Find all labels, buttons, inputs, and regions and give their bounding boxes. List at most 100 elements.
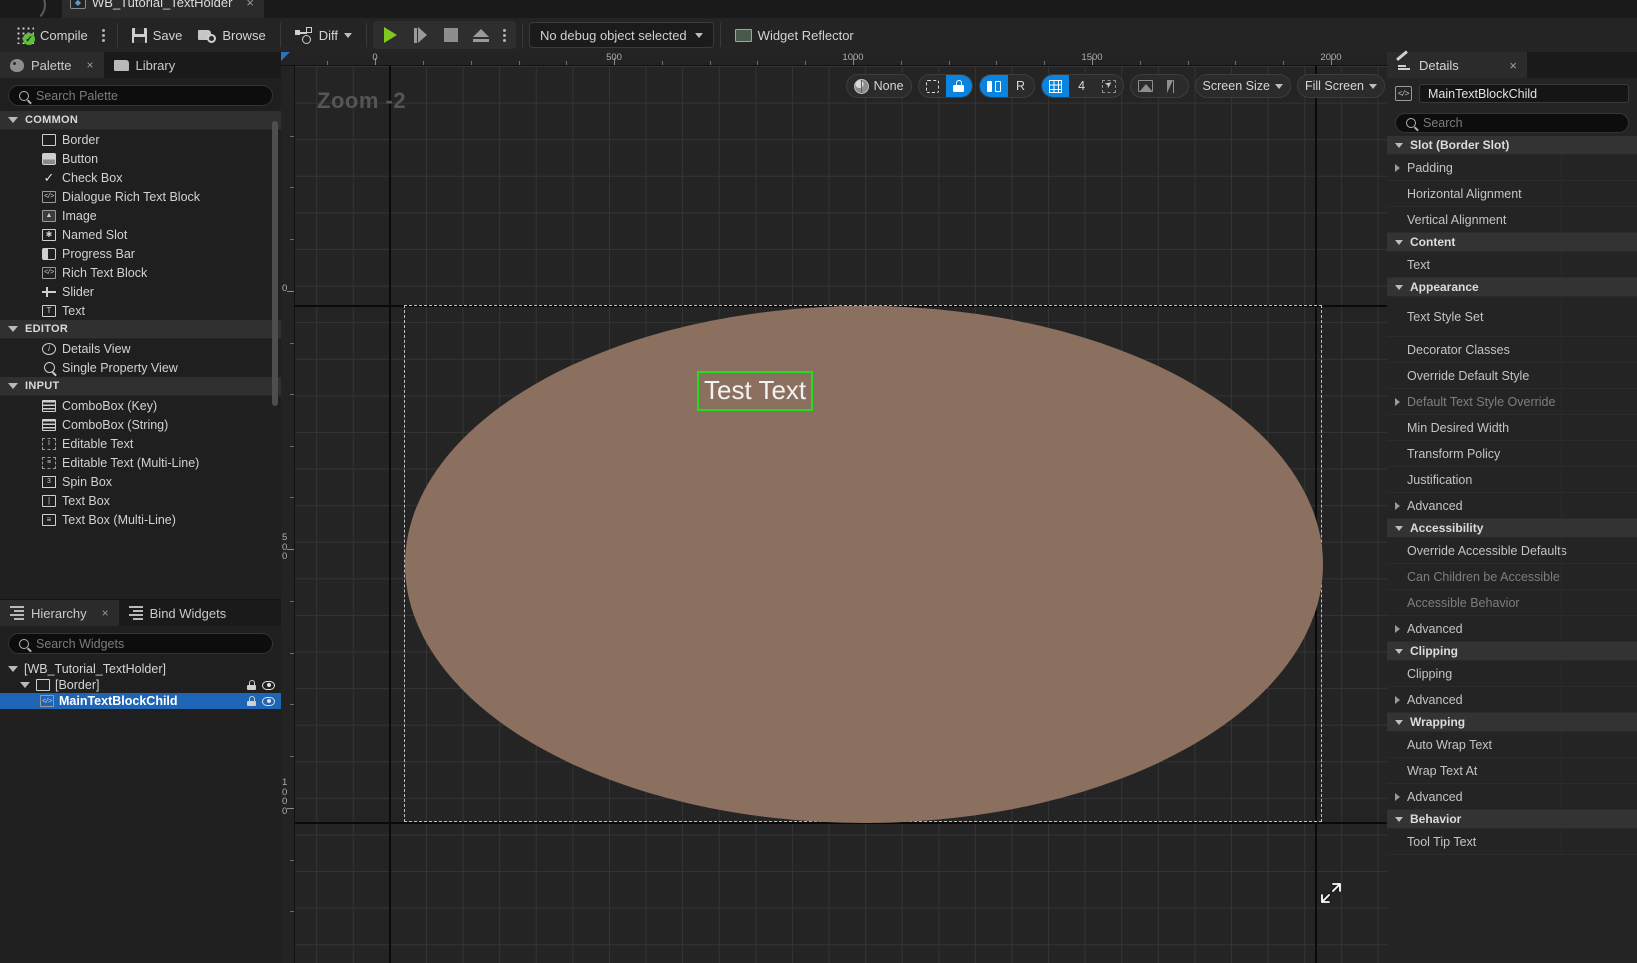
- details-search-box[interactable]: [1395, 113, 1629, 133]
- details-prop-decorator-classes[interactable]: Decorator Classes: [1387, 337, 1637, 363]
- details-prop-advanced-wrapping[interactable]: Advanced: [1387, 784, 1637, 810]
- palette-category-input[interactable]: INPUT: [0, 377, 281, 396]
- palette-scrollbar[interactable]: [272, 121, 278, 406]
- selected-text-widget[interactable]: Test Text: [697, 371, 814, 411]
- details-prop-transform-policy[interactable]: Transform Policy: [1387, 441, 1637, 467]
- tree-row-maintextblockchild[interactable]: </> MainTextBlockChild: [0, 693, 281, 709]
- palette-item-editable-text[interactable]: I Editable Text: [0, 434, 281, 453]
- details-prop-default-text-style-override[interactable]: Default Text Style Override: [1387, 389, 1637, 415]
- screen-size-dropdown[interactable]: Screen Size: [1196, 75, 1290, 97]
- browse-button[interactable]: Browse: [190, 20, 273, 50]
- details-prop-can-children-be-accessible[interactable]: Can Children be Accessible: [1387, 564, 1637, 590]
- palette-item-border[interactable]: Border: [0, 130, 281, 149]
- palette-search-box[interactable]: [8, 85, 273, 106]
- chevron-right-icon[interactable]: [1395, 397, 1407, 406]
- document-tab-wb-tutorial-textholder[interactable]: ◆ WB_Tutorial_TextHolder ×: [62, 0, 264, 18]
- compile-button[interactable]: ✓ Compile: [8, 20, 96, 50]
- palette-item-rich-text-block[interactable]: </> Rich Text Block: [0, 263, 281, 282]
- details-prop-text-style-set[interactable]: Text Style Set: [1387, 297, 1637, 337]
- palette-item-named-slot[interactable]: ✱ Named Slot: [0, 225, 281, 244]
- details-prop-advanced-clipping[interactable]: Advanced: [1387, 687, 1637, 713]
- details-prop-clipping[interactable]: Clipping: [1387, 661, 1637, 687]
- chevron-right-icon[interactable]: [1395, 501, 1407, 510]
- details-category-slot-border-slot[interactable]: Slot (Border Slot): [1387, 136, 1637, 155]
- palette-item-image[interactable]: ▲ Image: [0, 206, 281, 225]
- visibility-eye-icon[interactable]: [262, 680, 275, 690]
- palette-item-text-box[interactable]: | Text Box: [0, 491, 281, 510]
- details-category-wrapping[interactable]: Wrapping: [1387, 713, 1637, 732]
- palette-category-editor[interactable]: EDITOR: [0, 320, 281, 339]
- lock-aspect-toggle[interactable]: [945, 75, 972, 97]
- lock-icon[interactable]: [247, 680, 256, 690]
- palette-item-single-property-view[interactable]: Single Property View: [0, 358, 281, 377]
- compile-options-icon[interactable]: [96, 28, 111, 42]
- designer-viewport[interactable]: 0 500 1000 1500 2000 0 500 1000 Zoom -2 …: [281, 52, 1387, 963]
- tab-hierarchy[interactable]: Hierarchy ×: [0, 600, 119, 626]
- chevron-down-icon[interactable]: [20, 682, 30, 688]
- details-prop-text[interactable]: Text: [1387, 252, 1637, 278]
- search-palette-input[interactable]: [36, 88, 262, 103]
- details-prop-padding[interactable]: Padding: [1387, 155, 1637, 181]
- palette-item-button[interactable]: Button: [0, 149, 281, 168]
- play-options-icon[interactable]: [497, 28, 512, 42]
- details-category-content[interactable]: Content: [1387, 233, 1637, 252]
- chevron-down-icon[interactable]: [343, 32, 352, 38]
- details-prop-justification[interactable]: Justification: [1387, 467, 1637, 493]
- palette-item-text-box-multiline[interactable]: ≡ Text Box (Multi-Line): [0, 510, 281, 529]
- details-prop-advanced-accessibility[interactable]: Advanced: [1387, 616, 1637, 642]
- palette-category-common[interactable]: COMMON: [0, 111, 281, 130]
- details-prop-min-desired-width[interactable]: Min Desired Width: [1387, 415, 1637, 441]
- widget-preview-surface[interactable]: [404, 305, 1323, 823]
- selection-outline-toggle[interactable]: [919, 75, 946, 97]
- chevron-right-icon[interactable]: [1395, 624, 1407, 633]
- details-prop-accessible-behavior[interactable]: Accessible Behavior: [1387, 590, 1637, 616]
- details-prop-vertical-alignment[interactable]: Vertical Alignment: [1387, 207, 1637, 233]
- localization-none-button[interactable]: None: [847, 75, 911, 97]
- palette-item-check-box[interactable]: ✓ Check Box: [0, 168, 281, 187]
- hierarchy-search-box[interactable]: [8, 633, 273, 654]
- palette-item-text[interactable]: T Text: [0, 301, 281, 320]
- designer-canvas[interactable]: Zoom -2 Test Text: [295, 66, 1387, 963]
- chevron-right-icon[interactable]: [1395, 163, 1407, 172]
- diff-button[interactable]: Diff: [287, 20, 360, 50]
- palette-item-progress-bar[interactable]: Progress Bar: [0, 244, 281, 263]
- palette-item-dialogue-rich-text-block[interactable]: </> Dialogue Rich Text Block: [0, 187, 281, 206]
- search-widgets-input[interactable]: [36, 636, 262, 651]
- palette-item-combobox-string[interactable]: ComboBox (String): [0, 415, 281, 434]
- details-prop-advanced-appearance[interactable]: Advanced: [1387, 493, 1637, 519]
- stop-button[interactable]: [437, 22, 465, 48]
- grid-snapping-toggle[interactable]: [1041, 75, 1069, 97]
- palette-item-editable-text-multiline[interactable]: ≡ Editable Text (Multi-Line): [0, 453, 281, 472]
- palette-item-spin-box[interactable]: 3 Spin Box: [0, 472, 281, 491]
- tree-row-border[interactable]: [Border]: [0, 677, 281, 693]
- details-prop-override-default-style[interactable]: Override Default Style: [1387, 363, 1637, 389]
- chevron-down-icon[interactable]: [8, 666, 18, 672]
- widget-reflector-button[interactable]: Widget Reflector: [727, 20, 862, 50]
- details-search-input[interactable]: [1423, 116, 1618, 130]
- eject-button[interactable]: [467, 22, 495, 48]
- visibility-eye-icon[interactable]: [262, 696, 275, 706]
- details-prop-horizontal-alignment[interactable]: Horizontal Alignment: [1387, 181, 1637, 207]
- tree-row-root[interactable]: [WB_Tutorial_TextHolder]: [0, 661, 281, 677]
- chevron-right-icon[interactable]: [1395, 695, 1407, 704]
- border-widget-preview[interactable]: [405, 306, 1323, 823]
- palette-item-combobox-key[interactable]: ComboBox (Key): [0, 396, 281, 415]
- tab-bind-widgets[interactable]: Bind Widgets: [119, 600, 237, 626]
- cursor-preview-toggle[interactable]: [1095, 75, 1123, 97]
- grid-size-value[interactable]: 4: [1069, 75, 1095, 97]
- close-icon[interactable]: ×: [246, 0, 254, 10]
- close-icon[interactable]: ×: [102, 606, 109, 620]
- close-icon[interactable]: ×: [1509, 58, 1517, 73]
- details-category-accessibility[interactable]: Accessibility: [1387, 519, 1637, 538]
- save-button[interactable]: Save: [124, 20, 191, 50]
- palette-item-slider[interactable]: Slider: [0, 282, 281, 301]
- rtl-toggle[interactable]: R: [1008, 75, 1034, 97]
- details-prop-auto-wrap-text[interactable]: Auto Wrap Text: [1387, 732, 1637, 758]
- close-icon[interactable]: ×: [86, 58, 93, 72]
- details-category-clipping[interactable]: Clipping: [1387, 642, 1637, 661]
- tab-library[interactable]: Library: [104, 52, 186, 78]
- tab-palette[interactable]: Palette ×: [0, 52, 104, 78]
- details-prop-override-accessible-defaults[interactable]: Override Accessible Defaults: [1387, 538, 1637, 564]
- details-category-behavior[interactable]: Behavior: [1387, 810, 1637, 829]
- skip-button[interactable]: [407, 22, 435, 48]
